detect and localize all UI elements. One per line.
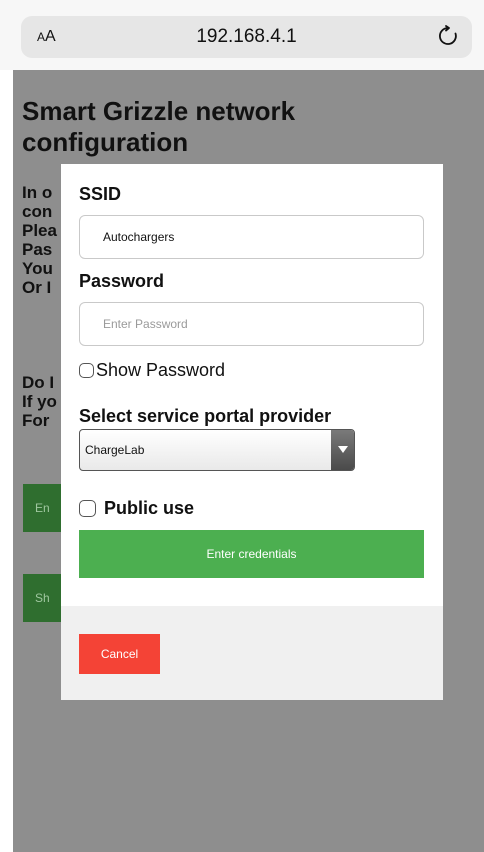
address-bar[interactable]: AA 192.168.4.1 (21, 16, 472, 58)
page-text-line: You (22, 259, 53, 278)
password-input[interactable] (79, 302, 424, 346)
page-text-line: Pas (22, 240, 53, 259)
page-help-text: Do I If yo For (22, 373, 57, 430)
provider-selected-value: ChargeLab (85, 443, 145, 457)
reload-icon[interactable] (436, 24, 460, 48)
page-text-line: Do I (22, 373, 55, 392)
show-password-label: Show Password (96, 360, 226, 380)
page-text-line: Or I (22, 278, 52, 297)
page-text-line: con (22, 202, 53, 221)
network-config-modal: SSID Password Show Password Select servi… (61, 164, 443, 700)
page-text-line: In o (22, 183, 53, 202)
public-use-row[interactable]: Public use (79, 498, 194, 519)
show-password-checkbox[interactable] (79, 363, 94, 378)
chevron-down-icon[interactable] (331, 430, 354, 470)
password-label: Password (79, 271, 165, 291)
ssid-input[interactable] (79, 215, 424, 259)
public-use-label: Public use (104, 498, 195, 518)
show-password-row[interactable]: Show Password (79, 360, 225, 381)
cancel-button[interactable]: Cancel (79, 634, 160, 674)
provider-label: Select service portal provider (79, 406, 332, 426)
page-text-line: Plea (22, 221, 57, 240)
enter-credentials-button[interactable]: Enter credentials (79, 530, 424, 578)
browser-toolbar: AA 192.168.4.1 (0, 0, 484, 70)
page-text-line: If yo (22, 392, 57, 411)
provider-select[interactable]: ChargeLab (79, 429, 355, 471)
url-text[interactable]: 192.168.4.1 (21, 26, 472, 48)
ssid-label: SSID (79, 184, 122, 204)
page-title: Smart Grizzle network configuration (22, 96, 296, 157)
page-intro-text: In o con Plea Pas You Or I (22, 183, 57, 297)
public-use-checkbox[interactable] (79, 500, 96, 517)
page-text-line: For (22, 411, 50, 430)
